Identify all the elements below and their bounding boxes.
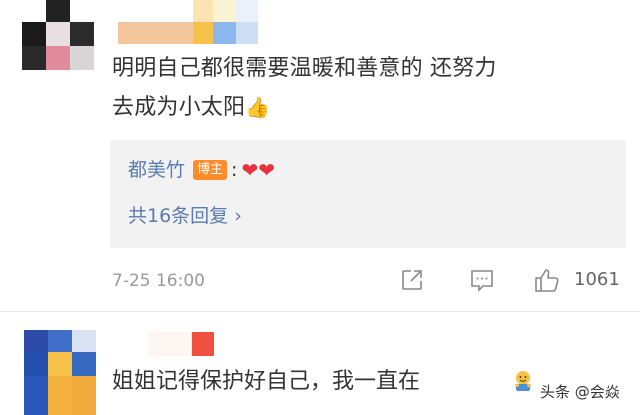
heart-emoji: ❤❤: [241, 158, 275, 182]
thumbs-up-emoji: 👍: [245, 95, 271, 119]
comment-line-1: 明明自己都很需要温暖和善意的 还努力: [112, 56, 497, 81]
like-icon[interactable]: [533, 266, 561, 294]
avatar[interactable]: [22, 0, 94, 70]
share-icon[interactable]: [400, 268, 424, 292]
reply-preview: 都美竹 博主 : ❤❤: [128, 155, 275, 185]
like-count: 1061: [574, 269, 620, 290]
reply-count-label: 共16条回复: [128, 205, 229, 227]
username[interactable]: [148, 328, 216, 358]
view-replies-link[interactable]: 共16条回复 ›: [128, 201, 242, 231]
comment-text: 姐姐记得保护好自己，我一直在: [112, 369, 421, 394]
comment-text: 明明自己都很需要温暖和善意的 还努力 去成为小太阳👍: [112, 50, 622, 127]
reply-author[interactable]: 都美竹: [128, 155, 185, 185]
username[interactable]: [118, 0, 260, 48]
comment-timestamp: 7-25 16:00: [112, 271, 205, 291]
hug-emoji: [512, 370, 534, 392]
divider: [0, 311, 640, 312]
avatar[interactable]: [24, 330, 96, 415]
reply-colon: :: [231, 159, 238, 181]
comment-icon[interactable]: [469, 268, 495, 292]
chevron-right-icon: ›: [234, 205, 242, 227]
comment-line-2: 去成为小太阳👍: [112, 95, 271, 120]
watermark: 头条 @会焱: [540, 383, 620, 401]
author-badge: 博主: [193, 160, 228, 180]
